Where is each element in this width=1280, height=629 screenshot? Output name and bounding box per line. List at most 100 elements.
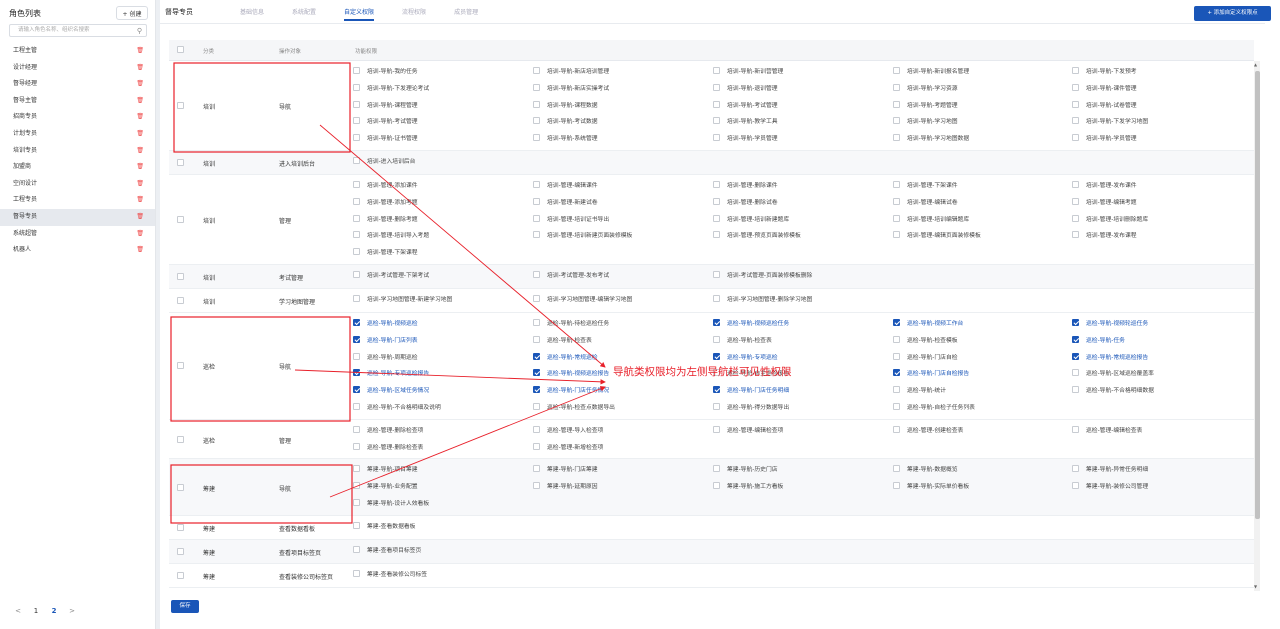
delete-icon[interactable]: 🗑 <box>136 43 144 60</box>
tab-item[interactable]: 流程权限 <box>402 7 426 21</box>
checked-box-icon[interactable] <box>713 386 720 394</box>
permission-checkbox[interactable]: 巡检-导航-视频巡检任务 <box>713 318 789 327</box>
permission-checkbox[interactable]: 培训-进入培训后台 <box>353 156 415 165</box>
role-item[interactable]: 设计经理 🗑 <box>0 60 155 77</box>
unchecked-box-icon[interactable] <box>893 83 900 91</box>
permission-checkbox[interactable]: 培训-导航-系统管理 <box>533 133 598 142</box>
unchecked-box-icon[interactable] <box>1072 117 1079 125</box>
permission-checkbox[interactable]: 筹建-导航-门店筹建 <box>533 464 598 473</box>
unchecked-box-icon[interactable] <box>893 117 900 125</box>
page-2-button[interactable]: 2 <box>45 604 63 618</box>
permission-checkbox[interactable]: 培训-学习地图管理-编辑学习地图 <box>533 294 632 303</box>
unchecked-box-icon[interactable] <box>533 319 540 326</box>
row-checkbox[interactable] <box>177 435 184 443</box>
unchecked-box-icon[interactable] <box>533 117 540 125</box>
permission-checkbox[interactable]: 培训-管理-新建试卷 <box>533 197 598 206</box>
unchecked-box-icon[interactable] <box>353 181 360 188</box>
unchecked-box-icon[interactable] <box>353 67 360 74</box>
unchecked-box-icon[interactable] <box>713 465 720 473</box>
permission-checkbox[interactable]: 筹建-导航-延期原因 <box>533 481 598 490</box>
permission-checkbox[interactable]: 巡检-导航-视频巡检 <box>353 318 418 327</box>
delete-icon[interactable]: 🗑 <box>136 226 144 243</box>
unchecked-box-icon[interactable] <box>713 482 720 490</box>
row-checkbox[interactable] <box>177 159 184 166</box>
unchecked-box-icon[interactable] <box>533 403 540 410</box>
permission-checkbox[interactable]: 巡检-导航-检查表 <box>713 335 772 344</box>
role-item[interactable]: 督导专员 🗑 <box>0 208 155 226</box>
row-checkbox[interactable] <box>177 483 184 491</box>
permission-checkbox[interactable]: 巡检-导航-门店任务明细 <box>713 385 789 394</box>
permission-checkbox[interactable]: 巡检-管理-导入检查项 <box>533 425 603 434</box>
permission-checkbox[interactable]: 巡检-导航-专项巡检 <box>713 352 778 361</box>
permission-checkbox[interactable]: 筹建-导航-历史门店 <box>713 464 778 473</box>
unchecked-box-icon[interactable] <box>713 134 720 142</box>
unchecked-box-icon[interactable] <box>533 100 540 108</box>
permission-checkbox[interactable]: 巡检-导航-专项巡检报告 <box>353 368 429 377</box>
unchecked-box-icon[interactable] <box>533 271 540 278</box>
unchecked-box-icon[interactable] <box>893 67 900 74</box>
unchecked-box-icon[interactable] <box>713 197 720 205</box>
unchecked-box-icon[interactable] <box>1072 83 1079 91</box>
unchecked-box-icon[interactable] <box>713 67 720 74</box>
role-item[interactable]: 计划专员 🗑 <box>0 126 155 143</box>
permission-checkbox[interactable]: 培训-导航-新店培训管理 <box>533 66 609 75</box>
unchecked-box-icon[interactable] <box>353 425 360 433</box>
checked-box-icon[interactable] <box>713 352 720 360</box>
create-role-button[interactable]: + 创建 <box>116 6 148 20</box>
permission-checkbox[interactable]: 培训-管理-发布课件 <box>1072 180 1137 189</box>
unchecked-box-icon[interactable] <box>713 403 720 410</box>
unchecked-box-icon[interactable] <box>713 181 720 188</box>
tab-item[interactable]: 自定义权限 <box>344 7 375 21</box>
permission-checkbox[interactable]: 巡检-导航-门店任务情况 <box>533 385 609 394</box>
unchecked-box-icon[interactable] <box>893 335 900 343</box>
row-checkbox[interactable] <box>177 571 184 579</box>
permission-checkbox[interactable]: 巡检-导航-区域任务情况 <box>353 385 429 394</box>
permission-checkbox[interactable]: 筹建-查看数据看板 <box>353 521 415 530</box>
delete-icon[interactable]: 🗑 <box>136 143 144 160</box>
permission-checkbox[interactable]: 培训-管理-添加考题 <box>353 197 418 206</box>
permission-checkbox[interactable]: 培训-管理-发布课程 <box>1072 230 1137 239</box>
permission-checkbox[interactable]: 培训-导航-考题管理 <box>893 100 958 109</box>
checked-box-icon[interactable] <box>1072 319 1079 326</box>
unchecked-box-icon[interactable] <box>1072 197 1079 205</box>
permission-checkbox[interactable]: 巡检-管理-删除检查表 <box>353 442 423 451</box>
permission-checkbox[interactable]: 培训-考试管理-发布考试 <box>533 270 609 279</box>
checked-box-icon[interactable] <box>893 319 900 326</box>
permission-checkbox[interactable]: 培训-管理-培训新建题库 <box>713 214 789 223</box>
checked-box-icon[interactable] <box>1072 352 1079 360</box>
permission-checkbox[interactable]: 培训-导航-退训管理 <box>713 83 778 92</box>
unchecked-box-icon[interactable] <box>533 482 540 490</box>
delete-icon[interactable]: 🗑 <box>136 109 144 126</box>
unchecked-box-icon[interactable] <box>353 545 360 553</box>
permission-checkbox[interactable]: 筹建-导航-实际单价看板 <box>893 481 969 490</box>
permission-checkbox[interactable]: 巡检-导航-门店列表 <box>353 335 418 344</box>
permission-checkbox[interactable]: 巡检-导航-门店自检 <box>893 352 958 361</box>
permission-checkbox[interactable]: 巡检-导航-门店自检报告 <box>893 368 969 377</box>
permission-checkbox[interactable]: 培训-导航-学习地图数据 <box>893 133 969 142</box>
unchecked-box-icon[interactable] <box>533 231 540 239</box>
permission-checkbox[interactable]: 培训-导航-课程数据 <box>533 100 598 109</box>
next-page-button[interactable]: > <box>63 604 81 618</box>
unchecked-box-icon[interactable] <box>893 482 900 490</box>
unchecked-box-icon[interactable] <box>893 134 900 142</box>
tab-item[interactable]: 基础信息 <box>240 7 264 21</box>
permission-checkbox[interactable]: 培训-管理-培训导入考题 <box>353 230 429 239</box>
unchecked-box-icon[interactable] <box>893 425 900 433</box>
unchecked-box-icon[interactable] <box>533 442 540 450</box>
unchecked-box-icon[interactable] <box>1072 67 1079 74</box>
unchecked-box-icon[interactable] <box>353 498 360 506</box>
checked-box-icon[interactable] <box>353 369 360 377</box>
permission-checkbox[interactable]: 筹建-导航-施工方看板 <box>713 481 783 490</box>
unchecked-box-icon[interactable] <box>713 231 720 239</box>
row-checkbox[interactable] <box>177 273 184 280</box>
permission-checkbox[interactable]: 巡检-管理-编辑检查表 <box>1072 425 1142 434</box>
permission-checkbox[interactable]: 培训-学习地图管理-删除学习地图 <box>713 294 812 303</box>
permission-checkbox[interactable]: 巡检-导航-得分数据导出 <box>713 402 789 411</box>
permission-checkbox[interactable]: 筹建-导航-异常任务明细 <box>1072 464 1148 473</box>
unchecked-box-icon[interactable] <box>353 482 360 490</box>
permission-checkbox[interactable]: 巡检-导航-常规巡检 <box>533 352 598 361</box>
permission-checkbox[interactable]: 巡检-导航-检查表 <box>533 335 592 344</box>
checked-box-icon[interactable] <box>353 335 360 343</box>
unchecked-box-icon[interactable] <box>533 134 540 142</box>
row-checkbox[interactable] <box>177 523 184 531</box>
